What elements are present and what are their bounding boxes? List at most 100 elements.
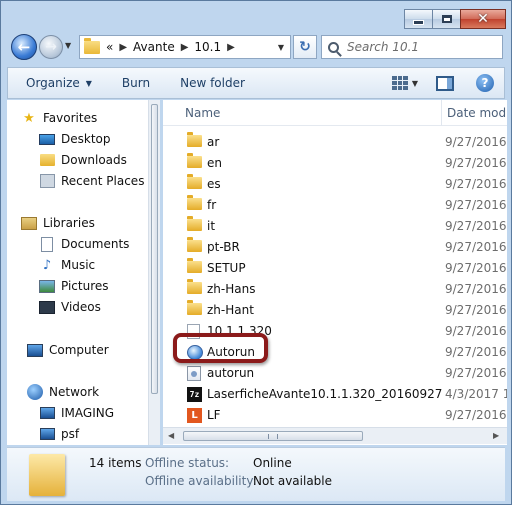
change-view-icon[interactable] (391, 76, 408, 90)
sidebar-item-imaging[interactable]: IMAGING (39, 403, 114, 423)
file-row[interactable]: es 9/27/2016 7 (183, 174, 507, 194)
sidebar-item-label: Network (49, 385, 100, 399)
file-date: 4/3/2017 10 (445, 387, 507, 401)
address-dropdown[interactable]: ▼ (278, 43, 284, 52)
column-date-header[interactable]: Date modif (447, 106, 507, 120)
sidebar-item-pictures[interactable]: Pictures (39, 276, 109, 296)
file-name: zh-Hant (207, 303, 254, 317)
file-row[interactable]: 7z LaserficheAvante10.1.1.320_20160927 4/3… (183, 384, 507, 404)
file-date: 9/27/2016 7 (445, 366, 507, 380)
sidebar-item-downloads[interactable]: Downloads (39, 150, 127, 170)
offline-availability-label: Offline availability: (145, 474, 257, 488)
file-row[interactable]: SETUP 9/27/2016 7 (183, 258, 507, 278)
file-row[interactable]: pt-BR 9/27/2016 7 (183, 237, 507, 257)
sidebar-item-videos[interactable]: Videos (39, 297, 101, 317)
sidebar-item-label: Documents (61, 237, 130, 251)
refresh-button[interactable]: ↻ (293, 35, 317, 59)
documents-icon (41, 236, 53, 252)
close-button[interactable]: ✕ (460, 9, 506, 29)
pictures-icon (39, 279, 55, 293)
column-name-header[interactable]: Name (185, 106, 220, 120)
sidebar-item-label: Recent Places (61, 174, 145, 188)
forward-button[interactable]: → (39, 35, 63, 59)
maximize-button[interactable] (432, 9, 461, 29)
search-icon (328, 41, 339, 53)
sidebar-item-label: IMAGING (61, 406, 115, 420)
file-name: SETUP (207, 261, 246, 275)
sidebar-item-music[interactable]: ♪ Music (39, 255, 95, 275)
file-row[interactable]: ar 9/27/2016 7 (183, 132, 507, 152)
address-overflow[interactable]: « (106, 40, 113, 54)
7zip-archive-icon: 7z (187, 387, 202, 402)
file-date: 9/27/2016 7 (445, 261, 507, 275)
breadcrumb-avante[interactable]: Avante (133, 40, 175, 54)
column-divider[interactable] (441, 100, 442, 126)
refresh-icon: ↻ (299, 39, 311, 55)
folder-icon (187, 258, 202, 273)
navigation-scrollbar[interactable] (148, 100, 160, 445)
scrollbar-thumb[interactable] (151, 104, 158, 394)
star-icon: ★ (23, 110, 35, 126)
scroll-left-icon[interactable]: ◀ (168, 431, 174, 440)
file-row[interactable]: en 9/27/2016 7 (183, 153, 507, 173)
caption-buttons: ✕ (404, 9, 506, 29)
folder-icon (187, 195, 202, 210)
horizontal-scrollbar[interactable]: ◀ ▶ (163, 427, 507, 444)
organize-label: Organize (26, 76, 80, 90)
scroll-right-icon[interactable]: ▶ (493, 431, 499, 440)
file-row[interactable]: zh-Hant 9/27/2016 7 (183, 300, 507, 320)
file-date: 9/27/2016 7 (445, 408, 507, 422)
computer-icon (27, 343, 43, 357)
toolbar-right-group: ▼ ? (391, 74, 494, 92)
folder-icon (84, 37, 100, 54)
music-icon: ♪ (42, 257, 52, 273)
chevron-down-icon[interactable]: ▼ (412, 79, 418, 88)
folder-icon (187, 174, 202, 189)
back-button[interactable]: ← (11, 34, 37, 60)
search-box[interactable]: Search 10.1 (321, 35, 503, 59)
file-date: 9/27/2016 7 (445, 303, 507, 317)
file-name: es (207, 177, 221, 191)
file-date: 9/27/2016 7 (445, 345, 507, 359)
new-folder-button[interactable]: New folder (180, 76, 245, 90)
help-icon[interactable]: ? (476, 74, 494, 92)
sidebar-item-label: Libraries (43, 216, 95, 230)
explorer-window: ✕ ← → ▼ « ▶ Avante ▶ 10.1 ▶ ▼ ↻ Search 1… (0, 0, 512, 505)
scrollbar-thumb[interactable] (183, 431, 363, 441)
sidebar-item-computer[interactable]: Computer (27, 340, 109, 360)
search-input[interactable]: Search 10.1 (347, 40, 419, 54)
chevron-right-icon[interactable]: ▶ (181, 42, 189, 53)
file-row[interactable]: it 9/27/2016 7 (183, 216, 507, 236)
burn-button[interactable]: Burn (122, 76, 150, 90)
sidebar-item-libraries[interactable]: Libraries (21, 213, 95, 233)
sidebar-item-psf[interactable]: psf (39, 424, 79, 444)
arrow-right-icon: → (45, 39, 57, 55)
file-name: en (207, 156, 222, 170)
sidebar-item-desktop[interactable]: Desktop (39, 129, 111, 149)
file-row[interactable]: fr 9/27/2016 7 (183, 195, 507, 215)
sidebar-item-recent-places[interactable]: Recent Places (39, 171, 144, 191)
file-date: 9/27/2016 7 (445, 135, 507, 149)
breadcrumb-10-1[interactable]: 10.1 (194, 40, 221, 54)
column-header: Name Date modif (163, 100, 507, 126)
recent-places-icon (39, 174, 55, 188)
network-computer-icon (39, 428, 55, 440)
offline-status-value: Online (253, 456, 292, 470)
organize-button[interactable]: Organize ▼ (26, 76, 92, 90)
preview-pane-icon[interactable] (436, 75, 454, 91)
sidebar-item-documents[interactable]: Documents (39, 234, 129, 254)
address-bar[interactable]: « ▶ Avante ▶ 10.1 ▶ ▼ (79, 35, 291, 59)
command-toolbar: Organize ▼ Burn New folder ▼ ? (7, 67, 505, 99)
sidebar-item-favorites[interactable]: ★ Favorites (21, 108, 97, 128)
minimize-button[interactable] (404, 9, 433, 29)
chevron-right-icon[interactable]: ▶ (119, 42, 127, 53)
recent-pages-dropdown[interactable]: ▼ (65, 41, 71, 50)
sidebar-item-label: psf (61, 427, 80, 441)
file-row[interactable]: autorun 9/27/2016 7 (183, 363, 507, 383)
file-row[interactable]: zh-Hans 9/27/2016 7 (183, 279, 507, 299)
chevron-down-icon: ▼ (85, 78, 92, 88)
chevron-right-icon[interactable]: ▶ (227, 42, 235, 53)
offline-status-label: Offline status: (145, 456, 230, 470)
file-row[interactable]: L LF 9/27/2016 7 (183, 405, 507, 425)
sidebar-item-network[interactable]: Network (27, 382, 99, 402)
